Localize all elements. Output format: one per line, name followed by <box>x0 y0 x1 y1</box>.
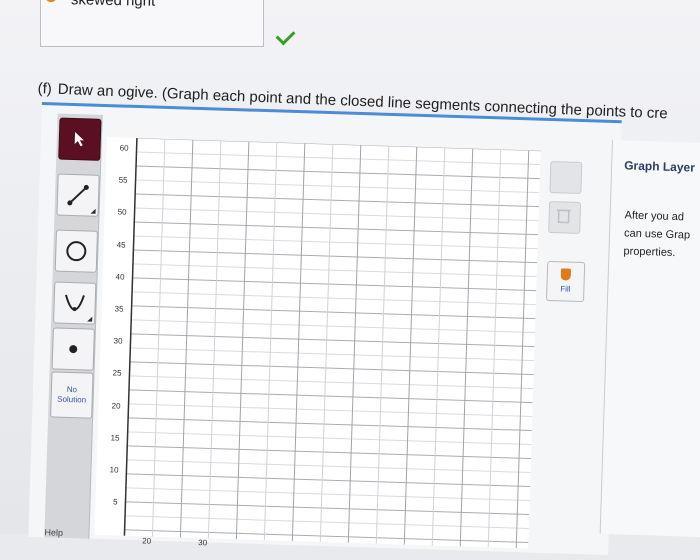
grid-line-horizontal <box>125 502 529 515</box>
graph-layers-panel: Graph Layer After you ad can use Grap pr… <box>600 140 700 537</box>
grid-line-vertical <box>208 141 221 539</box>
parabola-tool-button[interactable] <box>53 281 96 324</box>
grid-line-vertical <box>432 148 445 546</box>
y-tick-label: 60 <box>106 143 128 153</box>
grid-line-horizontal <box>134 222 538 235</box>
grid-line-vertical <box>320 144 333 542</box>
grid-line-horizontal <box>128 432 532 445</box>
y-tick-label: 35 <box>101 304 123 314</box>
trash-icon <box>549 202 578 231</box>
grid-line-vertical <box>376 146 389 544</box>
graph-side-tools: Fill <box>545 161 610 323</box>
point-tool-button[interactable] <box>52 327 95 370</box>
tool-menu-indicator <box>91 209 96 214</box>
hint-line-3: properties. <box>623 242 700 263</box>
y-axis-line <box>124 138 137 536</box>
grid-line-horizontal <box>133 278 537 291</box>
y-tick-label: 40 <box>102 272 124 282</box>
fill-label: Fill <box>560 284 570 293</box>
grid-line-horizontal <box>126 474 530 487</box>
no-solution-label-2: Solution <box>57 395 86 406</box>
grid-line-horizontal <box>129 390 533 403</box>
grid-line-horizontal <box>126 488 530 501</box>
grid-line-vertical <box>460 149 473 547</box>
grid-line-vertical <box>180 140 193 538</box>
grid-line-vertical <box>516 150 529 548</box>
previous-answer-text: skewed right <box>71 0 156 10</box>
graph-layers-title: Graph Layer <box>624 158 695 174</box>
no-solution-button[interactable]: No Solution <box>50 371 93 418</box>
grid-line-vertical <box>292 143 305 541</box>
y-tick-label: 20 <box>98 401 120 411</box>
grid-line-vertical <box>236 142 249 540</box>
graphing-workspace: No Solution Help 60 55 50 45 40 35 30 25 20 15 10 5… <box>28 102 621 555</box>
x-tick-label: 20 <box>142 536 151 545</box>
point-icon <box>67 343 79 355</box>
y-tick-label: 45 <box>103 240 125 250</box>
grid-line-horizontal <box>134 236 538 249</box>
grid-line-horizontal <box>129 404 533 417</box>
circle-tool-button[interactable] <box>55 230 98 273</box>
grid-line-horizontal <box>130 348 534 361</box>
pointer-tool-button[interactable] <box>58 118 101 161</box>
graph-layers-hint: After you ad can use Grap properties. <box>623 206 700 263</box>
y-tick-label: 50 <box>104 207 126 217</box>
y-tick-label: 15 <box>97 433 119 443</box>
grid-line-horizontal <box>135 208 539 221</box>
selected-radio-icon <box>45 0 57 2</box>
grid-line-horizontal <box>131 334 535 347</box>
paint-bucket-icon <box>561 268 571 280</box>
help-link[interactable]: Help <box>44 527 63 538</box>
y-tick-label: 10 <box>96 465 118 475</box>
grid-line-horizontal <box>135 194 539 207</box>
grid-line-horizontal <box>131 320 535 333</box>
grid-line-horizontal <box>136 152 540 165</box>
question-letter: (f) <box>37 80 52 98</box>
grid-line-horizontal <box>128 418 532 431</box>
line-tool-button[interactable] <box>56 174 99 217</box>
parabola-icon <box>61 290 88 317</box>
graph-toolbar: No Solution Help <box>44 113 102 538</box>
graph-grid <box>94 137 540 548</box>
layer-button[interactable] <box>549 161 582 194</box>
grid-line-horizontal <box>125 516 529 529</box>
grid-line-horizontal <box>127 460 531 473</box>
grid-line-vertical <box>264 142 277 540</box>
grid-line-horizontal <box>137 138 541 151</box>
previous-answer-box: skewed right <box>40 0 264 47</box>
grid-line-horizontal <box>132 292 536 305</box>
grid-line-horizontal <box>133 250 537 263</box>
y-tick-label: 30 <box>100 336 122 346</box>
y-tick-label: 25 <box>99 368 121 378</box>
tool-menu-indicator <box>87 317 92 322</box>
pointer-arrow-icon <box>73 131 87 147</box>
grid-line-horizontal <box>127 446 531 459</box>
line-segment-icon <box>65 182 92 209</box>
grid-line-vertical <box>404 147 417 545</box>
grid-line-horizontal <box>136 180 540 193</box>
circle-icon <box>64 239 89 264</box>
fill-button[interactable]: Fill <box>546 261 585 302</box>
grid-line-horizontal <box>133 264 537 277</box>
grid-line-vertical <box>488 149 501 547</box>
x-tick-label: 30 <box>198 538 207 547</box>
grid-line-horizontal <box>130 362 534 375</box>
grid-line-horizontal <box>136 166 540 179</box>
graph-canvas[interactable]: 60 55 50 45 40 35 30 25 20 15 10 5 20 30 <box>94 137 540 548</box>
grid-line-horizontal <box>132 306 536 319</box>
grid-line-horizontal <box>129 376 533 389</box>
delete-button[interactable] <box>548 201 581 234</box>
grid-line-horizontal <box>125 530 529 543</box>
y-tick-label: 5 <box>95 497 117 507</box>
grid-line-vertical <box>348 145 361 543</box>
grid-line-vertical <box>152 139 165 537</box>
no-solution-label-1: No <box>67 385 78 395</box>
y-tick-label: 55 <box>105 175 127 185</box>
